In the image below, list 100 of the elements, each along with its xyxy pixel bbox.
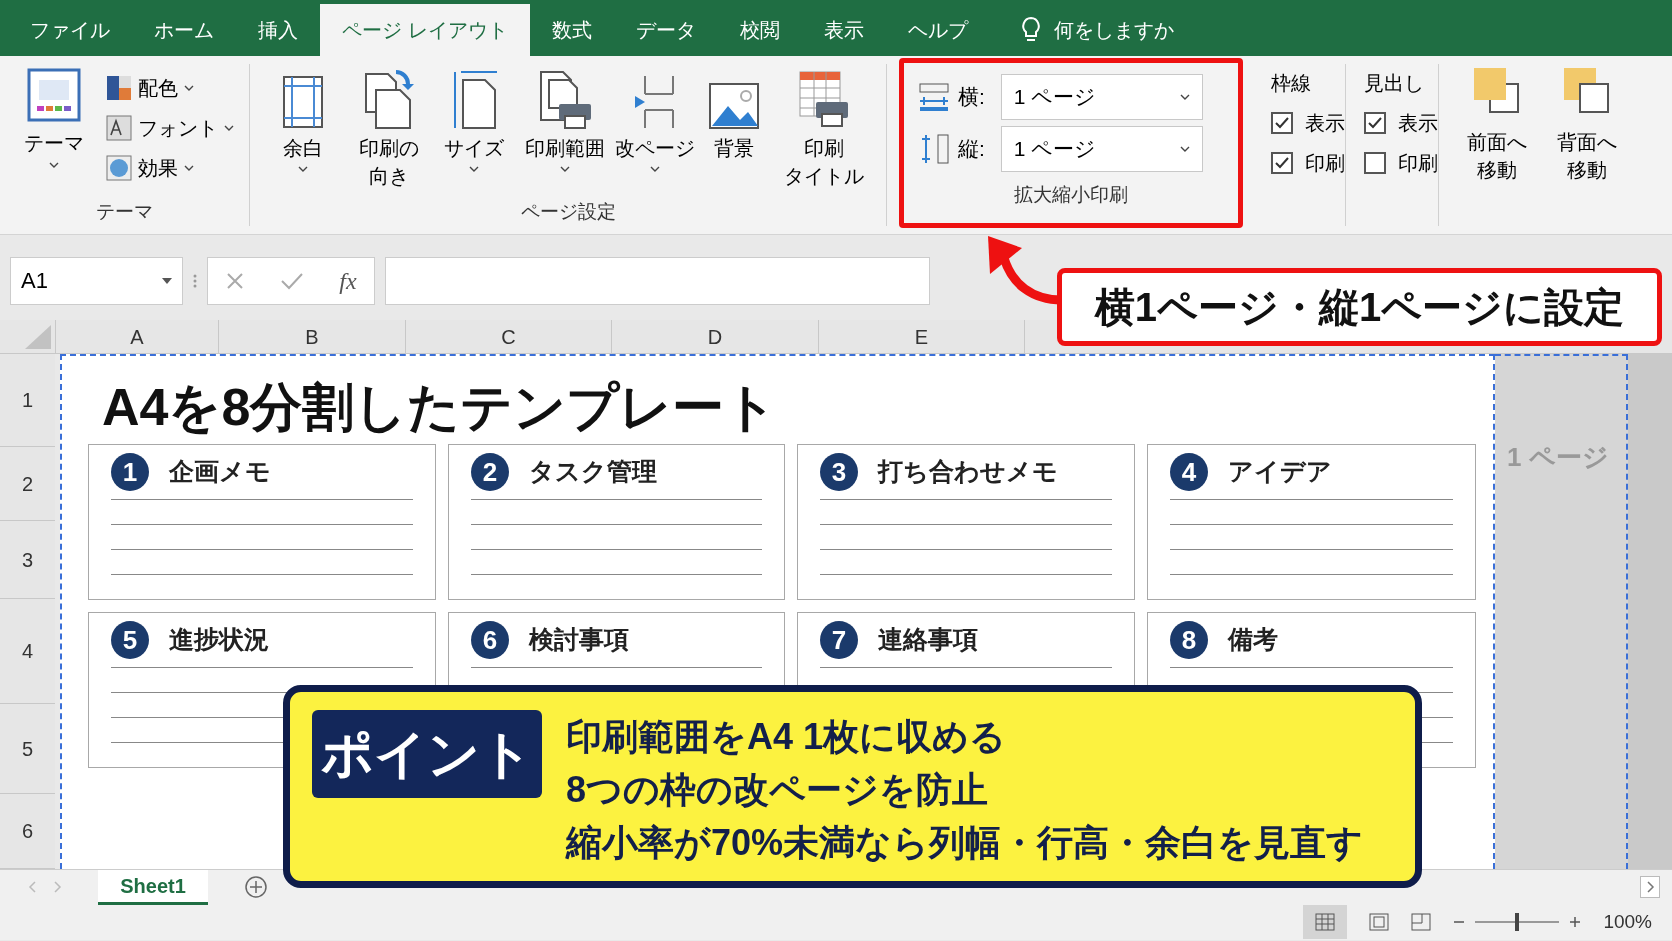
zoom-slider[interactable] [1475,913,1560,931]
number-badge: 7 [820,621,858,659]
ribbon-button[interactable]: 前面へ移動 [1459,66,1535,234]
fit-width-icon [918,81,950,113]
card-title: 企画メモ [169,456,271,488]
effects-icon [106,155,132,181]
card-title: 連絡事項 [878,624,978,656]
font-icon [106,115,132,141]
ribbon-button[interactable]: 印刷の向き [346,68,432,198]
sheet-title: A4を8分割したテンプレート [102,377,778,438]
page-label: 1 ページ [1507,442,1609,472]
normal-view-icon[interactable] [1303,905,1348,939]
drag-handle-icon [193,272,197,289]
page-layout-icon[interactable] [1369,913,1390,931]
checkbox[interactable] [1364,112,1386,134]
chevron-down-icon [1179,93,1190,101]
print-titles-icon [798,70,850,130]
checkmark-icon [1274,116,1290,130]
group-label: ページ設定 [519,199,617,224]
card-title: タスク管理 [529,456,657,488]
ribbon-tab[interactable]: 数式 [529,4,614,56]
ribbon-button[interactable]: 背景 [696,68,772,198]
chevron-down-icon [469,166,479,173]
chevron-down-icon [49,162,59,169]
ribbon-button[interactable]: 印刷タイトル [772,68,876,198]
column-header[interactable]: C [405,320,611,353]
name-box[interactable]: A1 [10,256,183,305]
chevron-down-icon [298,166,308,173]
dropdown-field[interactable]: 1 ページ [1000,126,1203,172]
column-header[interactable]: D [611,320,818,353]
ribbon-button[interactable]: 改ページ [614,68,696,198]
color-palette-icon [106,75,132,101]
card-title: 進捗状況 [169,624,269,656]
orientation-icon [362,70,416,130]
theme-option-button[interactable]: 効果 [106,152,234,184]
add-sheet-icon[interactable] [244,875,268,899]
ribbon-tab[interactable]: ページ レイアウト [320,4,530,56]
checkbox[interactable] [1364,152,1386,174]
zoom-level: 100% [1603,909,1652,934]
point-badge: ポイント [312,710,542,798]
number-badge: 8 [1170,621,1208,659]
column-header[interactable]: A [55,320,218,353]
chevron-down-icon [560,166,570,173]
chevron-down-icon [224,124,234,132]
row-header[interactable]: 1 [0,354,55,447]
number-badge: 5 [111,621,149,659]
lightbulb-icon [1019,16,1042,44]
card-title: 備考 [1228,624,1278,656]
page-break-preview-icon[interactable] [1411,913,1432,931]
number-badge: 6 [471,621,509,659]
number-badge: 1 [111,453,149,491]
formula-input[interactable] [385,256,930,305]
page-break-icon [633,74,677,130]
checkbox[interactable] [1271,112,1293,134]
chevron-down-icon [184,84,194,92]
ribbon-button[interactable]: 余白 [260,68,346,198]
column-header[interactable]: E [818,320,1024,353]
ribbon-tab[interactable]: データ [613,4,718,56]
point-text: 縮小率が70%未満なら列幅・行高・余白を見直す [566,821,1364,865]
theme-option-button[interactable]: 配色 [106,72,234,104]
chevron-down-icon [1179,145,1190,153]
checkmark-icon [1367,116,1383,130]
group-label: テーマ [95,199,154,224]
card-title: 検討事項 [529,624,629,656]
close-icon[interactable] [225,270,246,291]
ribbon-tab[interactable]: 表示 [801,4,886,56]
theme-option-button[interactable]: フォント [106,112,234,144]
printer-page-icon [537,70,593,130]
ribbon-button[interactable]: 背面へ移動 [1549,66,1625,234]
ribbon-button[interactable]: 印刷範囲 [516,68,614,198]
theme-icon [27,68,81,122]
point-text: 印刷範囲をA4 1枚に収める [566,715,1008,759]
group-label: 拡大縮小印刷 [1013,183,1129,207]
row-header[interactable]: 2 [0,447,55,521]
checkbox-label: 表示 [1305,111,1345,136]
ribbon-button[interactable]: サイズ [432,68,516,198]
column-header[interactable]: B [218,320,405,353]
row-header[interactable]: 4 [0,599,55,704]
scroll-right-icon[interactable] [1640,876,1660,898]
row-header[interactable]: 5 [0,704,55,794]
callout-box: 横1ページ・縦1ページに設定 [1057,268,1662,346]
ribbon-tab[interactable]: ヘルプ [885,4,990,56]
row-header[interactable]: 3 [0,521,55,599]
ribbon-tab[interactable]: 校閲 [717,4,802,56]
zoom-in-icon[interactable] [1569,916,1582,928]
dropdown-field[interactable]: 1 ページ [1000,74,1203,120]
sheet-tab[interactable]: Sheet1 [98,869,208,905]
checkbox[interactable] [1271,152,1293,174]
landscape-image-icon [708,82,760,130]
function-button[interactable]: fx [339,262,357,299]
ribbon-tab[interactable]: 挿入 [236,4,320,56]
number-badge: 2 [471,453,509,491]
point-text: 8つの枠の改ページを防止 [566,768,990,812]
ribbon-tab[interactable]: ホーム [132,4,236,56]
tell-me-field[interactable]: 何をしますか [1053,15,1174,45]
checkbox-label: 印刷 [1398,151,1438,176]
card-title: アイデア [1228,456,1332,488]
ribbon-tab[interactable]: ファイル [8,4,132,56]
scale-label: 横: [958,84,985,111]
theme-button[interactable]: テーマ [24,64,84,198]
